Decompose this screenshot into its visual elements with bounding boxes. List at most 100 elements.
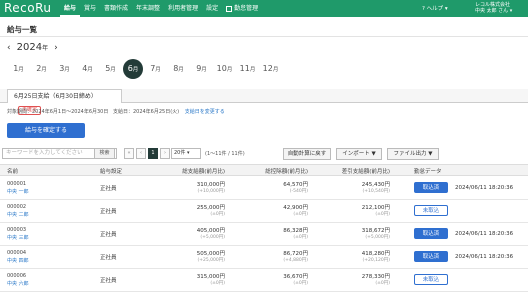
gross-amount[interactable]: 315,000円 xyxy=(165,272,225,280)
confirm-payroll-button[interactable]: 給与を確定する xyxy=(7,123,85,138)
deduction-amount[interactable]: 36,670円 xyxy=(248,272,308,280)
gross-diff: (±0円) xyxy=(210,212,225,217)
net-amount[interactable]: 245,430円 xyxy=(330,180,390,188)
table-row: 000003 中央 三郎 正社員 405,000円 (+5,000円) 86,328円 (±… xyxy=(0,223,528,246)
employment-type: 正社員 xyxy=(100,186,117,192)
table-header: 名前 給与設定 総支給額(前月比) 総控除額(前月比) 差引支給額(前月比) 勤… xyxy=(0,164,528,176)
next-page-button[interactable]: › xyxy=(160,148,170,159)
per-page-select[interactable]: 20件 ▾ xyxy=(171,148,201,159)
import-timestamp: 2024/06/11 18:20:36 xyxy=(455,254,514,260)
month-tab-9[interactable]: 9月 xyxy=(190,60,213,78)
deduction-amount[interactable]: 64,570円 xyxy=(248,180,308,188)
table-row: 000002 中央 二郎 正社員 255,000円 (±0円) 42,900円 (±0円) 2… xyxy=(0,200,528,223)
deduction-amount[interactable]: 86,328円 xyxy=(248,226,308,234)
col-deduction[interactable]: 総控除額(前月比) xyxy=(248,167,308,175)
prev-page-button[interactable]: ‹ xyxy=(136,148,146,159)
change-payday-link[interactable]: 支給日を変更する xyxy=(185,109,225,115)
import-button[interactable]: インポート ▼ xyxy=(336,148,382,160)
month-tab-6[interactable]: 6月 xyxy=(123,59,143,79)
table-row: 000004 中央 四郎 正社員 505,000円 (+25,000円) 86,720円 (… xyxy=(0,246,528,269)
col-gross[interactable]: 総支給額(前月比) xyxy=(165,167,225,175)
month-tab-11[interactable]: 11月 xyxy=(236,60,259,78)
import-timestamp: 2024/06/11 18:20:36 xyxy=(455,231,514,237)
nav-item-settings[interactable]: 設定 xyxy=(202,0,222,17)
col-net[interactable]: 差引支給額(前月比) xyxy=(330,167,390,175)
attendance-import-button[interactable]: 取込済 xyxy=(414,251,448,262)
deduction-amount[interactable]: 86,720円 xyxy=(248,249,308,257)
month-tabs: 1月 2月 3月 4月 5月 6月 7月 8月 9月 10月 11月 12月 xyxy=(7,59,282,79)
month-tab-3[interactable]: 3月 xyxy=(53,60,76,78)
month-tab-8[interactable]: 8月 xyxy=(167,60,190,78)
page-title: 給与一覧 xyxy=(7,25,37,34)
external-link-icon xyxy=(226,5,233,12)
title-divider xyxy=(0,36,528,37)
app-logo[interactable]: RecoRu xyxy=(4,1,52,15)
employee-name-link[interactable]: 中央 二郎 xyxy=(7,211,29,218)
employment-type: 正社員 xyxy=(100,232,117,238)
nav-item-attendance[interactable]: 勤怠管理 xyxy=(222,0,262,17)
employee-id: 000001 xyxy=(7,181,27,187)
net-diff: (+5,000円) xyxy=(365,235,390,240)
attendance-import-button[interactable]: 未取込 xyxy=(414,205,448,216)
employee-name-link[interactable]: 中央 一郎 xyxy=(7,188,29,195)
employment-type: 正社員 xyxy=(100,209,117,215)
deduction-diff: (±0円) xyxy=(293,212,308,217)
gross-diff: (+5,000円) xyxy=(200,235,225,240)
account-menu[interactable]: レコル株式会社 中央 太郎 さん ▾ xyxy=(475,2,512,14)
net-amount[interactable]: 212,100円 xyxy=(330,203,390,211)
search-button[interactable]: 検索 xyxy=(94,148,115,159)
nav-item-users[interactable]: 利用者管理 xyxy=(164,0,202,17)
import-timestamp: 2024/06/11 18:20:36 xyxy=(455,185,514,191)
employee-name-link[interactable]: 中央 六郎 xyxy=(7,280,29,287)
month-tab-12[interactable]: 12月 xyxy=(259,60,282,78)
net-amount[interactable]: 418,280円 xyxy=(330,249,390,257)
first-page-button[interactable]: « xyxy=(124,148,134,159)
recalc-button[interactable]: 自動計算に戻す xyxy=(283,148,331,160)
net-diff: (±0円) xyxy=(375,281,390,286)
gross-diff: (+25,000円) xyxy=(197,258,225,263)
net-diff: (+20,120円) xyxy=(362,258,390,263)
gross-amount[interactable]: 310,000円 xyxy=(165,180,225,188)
attendance-import-button[interactable]: 取込済 xyxy=(414,182,448,193)
deduction-diff: (-540円) xyxy=(289,189,308,194)
month-tab-7[interactable]: 7月 xyxy=(144,60,167,78)
year-value: 2024年 xyxy=(16,42,49,53)
month-tab-2[interactable]: 2月 xyxy=(30,60,53,78)
page-1-button[interactable]: 1 xyxy=(148,148,158,159)
month-tab-4[interactable]: 4月 xyxy=(76,60,99,78)
payday: 支給日：2024年6月25日(火) xyxy=(112,109,180,115)
gross-amount[interactable]: 405,000円 xyxy=(165,226,225,234)
prev-year-button[interactable]: ‹ xyxy=(7,43,11,53)
month-tab-5[interactable]: 5月 xyxy=(99,60,122,78)
attendance-import-button[interactable]: 取込済 xyxy=(414,228,448,239)
gross-amount[interactable]: 255,000円 xyxy=(165,203,225,211)
nav-item-payroll[interactable]: 給与 xyxy=(60,0,81,17)
help-menu[interactable]: ? ヘルプ ▾ xyxy=(422,4,448,12)
gross-amount[interactable]: 505,000円 xyxy=(165,249,225,257)
nav-item-documents[interactable]: 書類作成 xyxy=(100,0,132,17)
top-bar: RecoRu 給与 賞与 書類作成 年末調整 利用者管理 設定 勤怠管理 ? ヘ… xyxy=(0,0,528,17)
employee-id: 000004 xyxy=(7,250,27,256)
nav-item-bonus[interactable]: 賞与 xyxy=(80,0,100,17)
deduction-amount[interactable]: 42,900円 xyxy=(248,203,308,211)
col-name[interactable]: 名前 xyxy=(7,167,18,175)
month-tab-10[interactable]: 10月 xyxy=(213,60,236,78)
year-selector: ‹ 2024年 › xyxy=(7,42,58,53)
employment-type: 正社員 xyxy=(100,255,117,261)
pay-tab[interactable]: 6月25日支給（6月30日締め） 未確定 xyxy=(7,89,122,115)
net-diff: (+10,540円) xyxy=(362,189,390,194)
next-year-button[interactable]: › xyxy=(54,43,58,53)
month-tab-1[interactable]: 1月 xyxy=(7,60,30,78)
net-amount[interactable]: 278,330円 xyxy=(330,272,390,280)
employee-name-link[interactable]: 中央 三郎 xyxy=(7,234,29,241)
export-button[interactable]: ファイル出力 ▼ xyxy=(387,148,439,160)
net-amount[interactable]: 318,672円 xyxy=(330,226,390,234)
nav-item-attendance-label: 勤怠管理 xyxy=(234,5,259,12)
gross-diff: (+10,000円) xyxy=(197,189,225,194)
pay-tab-label: 6月25日支給（6月30日締め） xyxy=(14,93,97,100)
nav-item-year-end[interactable]: 年末調整 xyxy=(132,0,164,17)
deduction-diff: (±0円) xyxy=(293,235,308,240)
result-count: (1～11件 / 11件) xyxy=(205,151,245,157)
employee-name-link[interactable]: 中央 四郎 xyxy=(7,257,29,264)
attendance-import-button[interactable]: 未取込 xyxy=(414,274,448,285)
